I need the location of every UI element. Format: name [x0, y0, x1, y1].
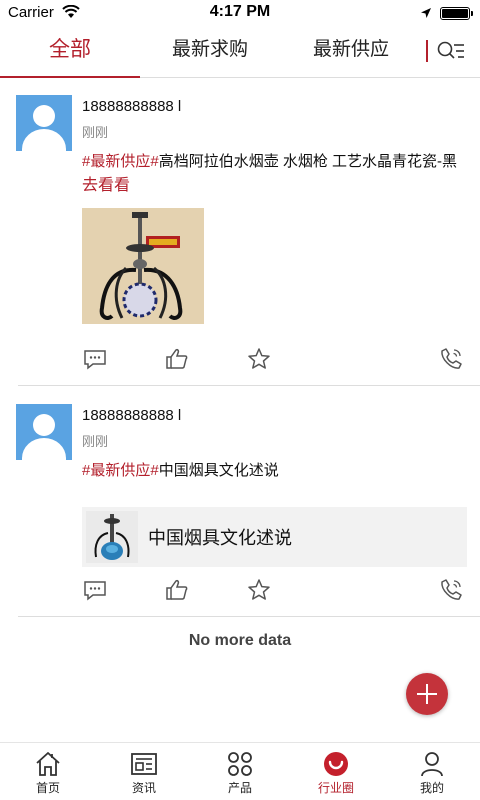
- avatar[interactable]: [16, 95, 72, 151]
- post-content: #最新供应#中国烟具文化述说: [82, 459, 462, 483]
- post-time: 刚刚: [82, 434, 109, 449]
- avatar[interactable]: [16, 404, 72, 460]
- clock: 4:17 PM: [209, 3, 271, 20]
- post-divider: [18, 616, 480, 617]
- star-icon[interactable]: [246, 346, 272, 372]
- post-tag[interactable]: #最新供应#: [82, 462, 159, 479]
- feed-post[interactable]: 18888888888 l 刚刚 #最新供应#中国烟具文化述说 中国烟具文化述说: [0, 387, 480, 617]
- news-icon: [130, 750, 158, 778]
- post-actions: [82, 577, 467, 607]
- post-content: #最新供应#高档阿拉伯水烟壶 水烟枪 工艺水晶青花瓷-黑去看看: [82, 150, 462, 198]
- tab-latest-purchase[interactable]: 最新求购: [140, 26, 280, 78]
- tab-latest-supply-label: 最新供应: [312, 39, 389, 60]
- comment-icon[interactable]: [82, 577, 108, 603]
- tab-all[interactable]: 全部: [0, 26, 140, 79]
- post-divider: [18, 385, 480, 386]
- nav-item-news[interactable]: 资讯: [96, 743, 192, 800]
- post-text: 中国烟具文化述说: [158, 462, 279, 479]
- nav-label-products: 产品: [227, 781, 252, 795]
- phone-icon[interactable]: [438, 346, 464, 372]
- products-icon: [226, 750, 254, 778]
- status-bar: Carrier 4:17 PM: [0, 0, 480, 26]
- article-title: 中国烟具文化述说: [148, 528, 292, 548]
- nav-item-profile[interactable]: 我的: [384, 743, 480, 800]
- nav-label-news: 资讯: [131, 781, 156, 795]
- post-text: 高档阿拉伯水烟壶 水烟枪 工艺水晶青花瓷-黑: [158, 153, 458, 170]
- add-post-button[interactable]: [406, 673, 448, 715]
- post-image-hookah[interactable]: [82, 208, 204, 324]
- nav-item-products[interactable]: 产品: [192, 743, 288, 800]
- thumbs-up-icon[interactable]: [164, 577, 190, 603]
- no-more-data-label: No more data: [188, 632, 292, 649]
- battery-icon: [440, 7, 473, 20]
- category-tabs: 全部 最新求购 最新供应: [0, 26, 480, 79]
- view-more-link[interactable]: 去看看: [82, 177, 130, 194]
- post-username[interactable]: 18888888888 l: [82, 407, 181, 424]
- industry-circle-icon: [322, 750, 350, 778]
- phone-icon[interactable]: [438, 577, 464, 603]
- profile-icon: [418, 750, 446, 778]
- home-icon: [34, 750, 62, 778]
- search-filter-icon[interactable]: [436, 39, 466, 65]
- star-icon[interactable]: [246, 577, 272, 603]
- comment-icon[interactable]: [82, 346, 108, 372]
- post-time: 刚刚: [82, 125, 109, 140]
- nav-label-industry-circle: 行业圈: [317, 781, 354, 795]
- nav-item-home[interactable]: 首页: [0, 743, 96, 800]
- post-username[interactable]: 18888888888 l: [82, 98, 181, 115]
- bottom-nav: 首页 资讯 产品 行业圈 我的: [0, 742, 480, 800]
- nav-label-profile: 我的: [419, 781, 444, 795]
- feed-post[interactable]: 18888888888 l 刚刚 #最新供应#高档阿拉伯水烟壶 水烟枪 工艺水晶…: [0, 78, 480, 386]
- thumbs-up-icon[interactable]: [164, 346, 190, 372]
- tab-all-label: 全部: [49, 38, 91, 61]
- location-arrow-icon: [420, 6, 432, 23]
- article-thumbnail: [86, 511, 138, 563]
- tab-divider: [426, 40, 428, 62]
- tab-latest-purchase-label: 最新求购: [171, 39, 248, 60]
- post-actions: [82, 346, 467, 376]
- tab-latest-supply[interactable]: 最新供应: [280, 26, 422, 78]
- nav-label-home: 首页: [35, 781, 60, 795]
- article-link-card[interactable]: 中国烟具文化述说: [82, 507, 467, 567]
- nav-item-industry-circle[interactable]: 行业圈: [288, 743, 384, 800]
- post-tag[interactable]: #最新供应#: [82, 153, 159, 170]
